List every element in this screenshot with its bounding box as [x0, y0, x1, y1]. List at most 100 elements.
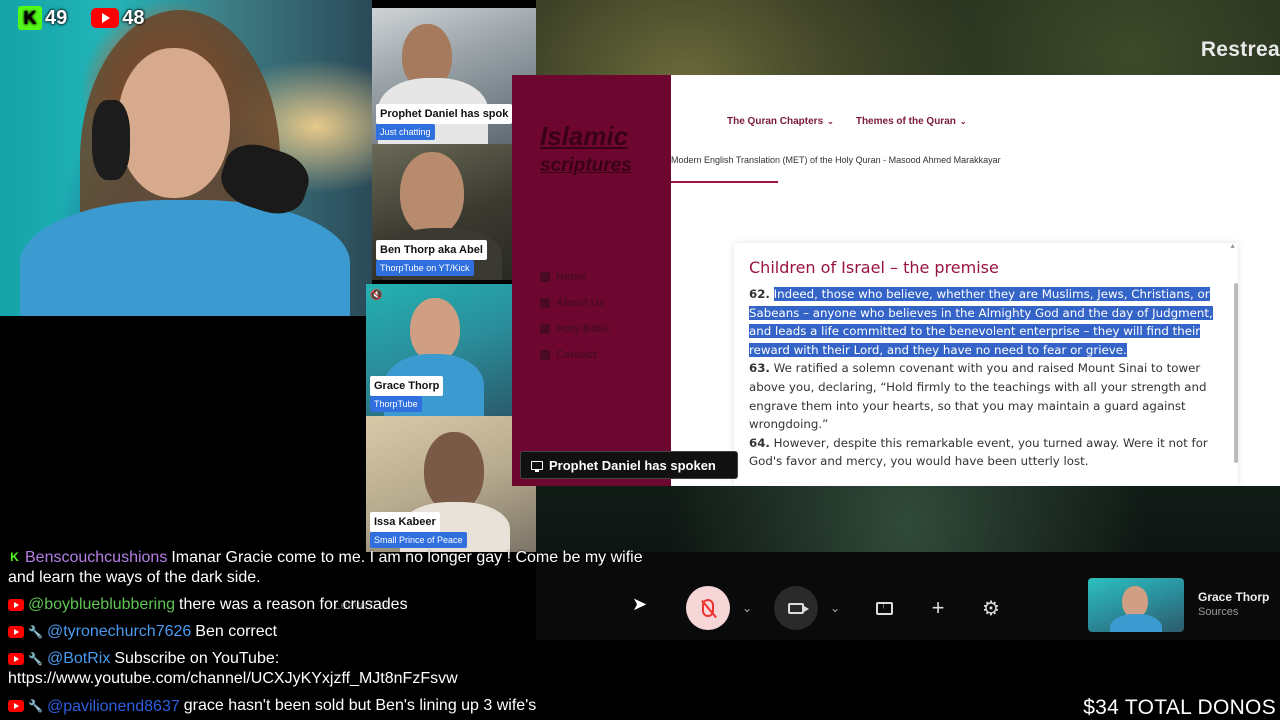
participant-video — [400, 152, 464, 236]
share-screen-icon — [875, 599, 893, 615]
participant-tag: Small Prince of Peace — [370, 532, 467, 548]
youtube-icon — [8, 700, 24, 713]
chevron-down-icon: ⌄ — [829, 601, 841, 615]
participant-name: Grace Thorp — [370, 376, 444, 396]
donation-total: $34 TOTAL DONOS — [1083, 696, 1276, 719]
participant-tile-issa[interactable]: Issa Kabeer Small Prince of Peace — [366, 416, 536, 552]
chat-username: Benscouchcushions — [25, 549, 168, 566]
kick-viewer-count: 49 — [45, 6, 68, 29]
chat-username: @pavilionend8637 — [46, 697, 180, 715]
youtube-icon — [8, 653, 24, 666]
chat-text: Ben correct — [195, 623, 278, 641]
gear-icon: ⚙ — [982, 597, 1000, 620]
participant-tile-ben[interactable]: Ben Thorp aka Abel ThorpTube on YT/Kick — [372, 144, 512, 280]
sidebar-item-contact[interactable]: Contact — [540, 349, 597, 361]
chat-text: grace hasn't been sold but Ben's lining … — [183, 697, 537, 715]
chat-message: @boyblueblubbering there was a reason for… — [0, 595, 670, 615]
scroll-up-icon[interactable]: ▲ — [1229, 243, 1236, 250]
self-sources[interactable]: Sources — [1198, 606, 1238, 618]
mute-mic-button[interactable] — [686, 586, 730, 630]
self-preview-shirt — [1110, 614, 1162, 632]
kick-icon: K — [8, 551, 21, 565]
self-preview-thumbnail[interactable] — [1088, 578, 1184, 632]
sidebar-item-about[interactable]: About Us — [540, 297, 605, 309]
wrench-icon: 🔧 — [28, 625, 43, 639]
wrench-icon: 🔧 — [28, 652, 43, 667]
youtube-viewer-badge: 48 — [91, 6, 145, 30]
chat-username: @BotRix — [46, 650, 111, 668]
streamer-face — [118, 48, 230, 198]
book-icon — [540, 324, 550, 334]
nav-themes[interactable]: Themes of the Quran ⌄ — [856, 116, 967, 127]
camera-button[interactable] — [774, 586, 818, 630]
headset-icon — [92, 100, 130, 180]
plus-icon: + — [931, 595, 945, 620]
highlighted-selection: Indeed, those who believe, whether they … — [749, 287, 1213, 357]
site-top-nav: The Quran Chapters ⌄ Themes of the Quran ⌄ — [727, 116, 967, 127]
chevron-down-icon: ⌄ — [741, 601, 753, 615]
participant-name: Ben Thorp aka Abel — [376, 240, 487, 260]
article-heading: Children of Israel – the premise — [749, 258, 999, 277]
nav-quran-chapters[interactable]: The Quran Chapters ⌄ — [727, 116, 834, 127]
mic-options-button[interactable]: ⌄ — [732, 594, 762, 622]
youtube-viewer-count: 48 — [122, 6, 145, 29]
participant-name: Prophet Daniel has spok — [376, 104, 513, 124]
mic-off-icon — [702, 599, 714, 617]
participant-name: Issa Kabeer — [370, 512, 440, 532]
sidebar-item-bible[interactable]: Holy Bible — [540, 323, 610, 335]
chat-message: 🔧 @BotRix Subscribe on YouTube: https://ww… — [0, 649, 670, 689]
add-button[interactable]: + — [916, 586, 960, 630]
camera-icon — [788, 602, 809, 614]
mail-icon — [540, 350, 550, 360]
sidebar-item-home[interactable]: Home — [540, 271, 587, 283]
monitor-icon — [531, 460, 543, 472]
streamer-webcam: K 49 48 — [0, 0, 372, 316]
viewer-count-overlay: K 49 48 — [18, 6, 145, 30]
participant-tag: ThorpTube — [370, 396, 422, 412]
info-icon — [540, 298, 550, 308]
participant-video — [424, 432, 484, 512]
camera-options-button[interactable]: ⌄ — [820, 594, 850, 622]
participant-tag: Just chatting — [376, 124, 435, 140]
participant-tag: ThorpTube on YT/Kick — [376, 260, 474, 276]
chat-username: @boyblueblubbering — [28, 596, 176, 613]
wrench-icon: 🔧 — [28, 699, 43, 714]
site-logo-line2: scriptures — [540, 155, 632, 176]
participant-video — [410, 298, 460, 362]
self-name: Grace Thorp — [1198, 590, 1270, 604]
chat-message: 🔧 @tyronechurch7626 Ben correct — [0, 622, 670, 642]
home-icon — [540, 272, 550, 282]
verse-63: 63. We ratified a solemn covenant with y… — [749, 361, 1207, 432]
chat-message: K Benscouchcushions Imanar Gracie come to … — [0, 548, 670, 588]
youtube-logo-icon — [91, 8, 120, 28]
youtube-icon — [8, 626, 24, 638]
chevron-down-icon: ⌄ — [959, 117, 967, 126]
article-body: 62. Indeed, those who believe, whether t… — [749, 285, 1234, 471]
share-screen-button[interactable] — [862, 586, 906, 630]
chat-username: @tyronechurch7626 — [46, 623, 192, 641]
verse-62: 62. Indeed, those who believe, whether t… — [749, 287, 1213, 357]
site-sidebar: Islamic scriptures Home About Us Holy Bi… — [512, 75, 671, 486]
chat-text: there was a reason for crusades — [179, 596, 408, 613]
chat-overlay: K Benscouchcushions Imanar Gracie come to … — [0, 548, 670, 717]
article-panel[interactable]: ▲ Children of Israel – the premise 62. I… — [734, 243, 1238, 486]
site-logo-line1: Islamic — [540, 121, 629, 151]
chevron-down-icon: ⌄ — [827, 117, 834, 126]
youtube-icon — [8, 598, 24, 611]
chat-message: 🔧 @pavilionend8637 grace hasn't been sold … — [0, 696, 670, 716]
subtitle-underline — [671, 181, 778, 183]
settings-button[interactable]: ⚙ — [969, 586, 1013, 630]
site-logo[interactable]: Islamic scriptures — [540, 121, 660, 181]
muted-speaker-icon: 🔇 — [370, 290, 383, 301]
kick-viewer-badge: K 49 — [18, 6, 67, 30]
restream-watermark: Restrea — [1200, 38, 1280, 61]
shared-screen-website[interactable]: Islamic scriptures Home About Us Holy Bi… — [512, 75, 1280, 486]
kick-logo-icon: K — [18, 6, 42, 30]
scrollbar[interactable] — [1234, 283, 1238, 463]
presenter-banner: Prophet Daniel has spoken — [520, 451, 738, 479]
participant-tile-grace[interactable]: 🔇 Grace Thorp ThorpTube — [366, 284, 512, 416]
presenter-banner-text: Prophet Daniel has spoken — [549, 457, 716, 473]
site-subtitle: Modern English Translation (MET) of the … — [671, 155, 1001, 165]
streamer-hoodie — [20, 200, 350, 316]
verse-64: 64. However, despite this remarkable eve… — [749, 435, 1208, 469]
